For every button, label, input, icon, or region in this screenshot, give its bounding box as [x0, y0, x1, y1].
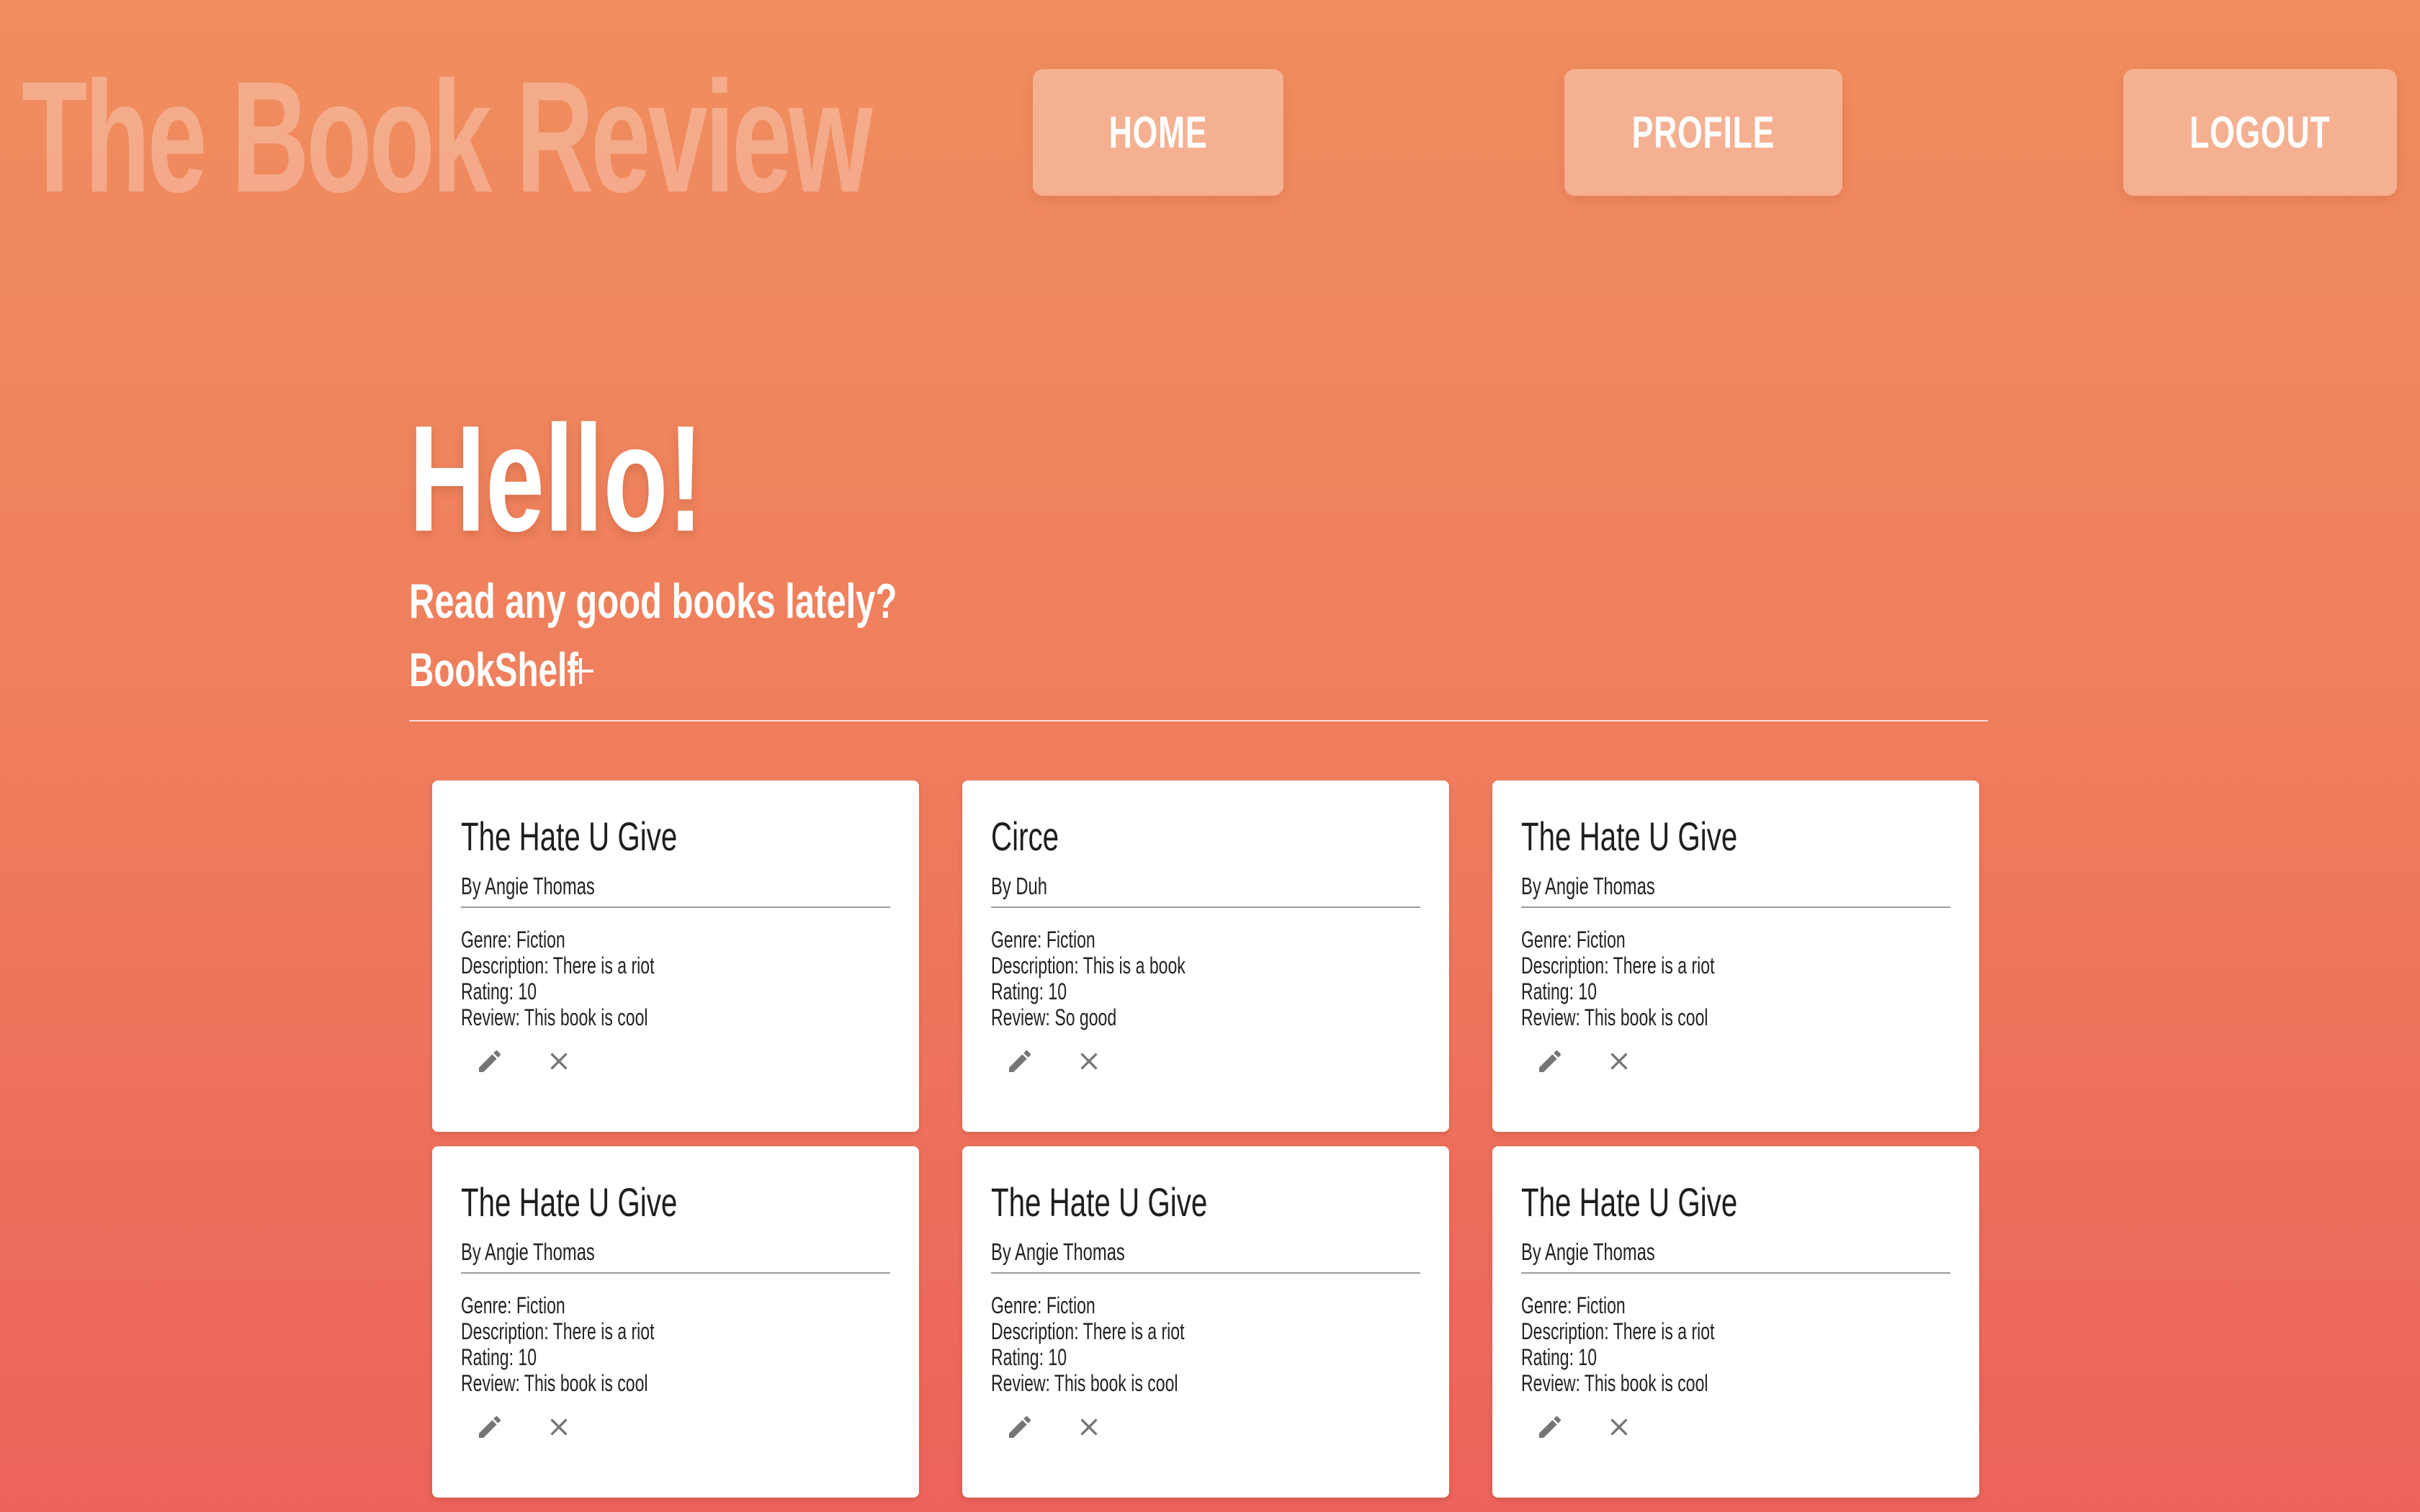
book-title: The Hate U Give [1521, 1179, 1738, 1225]
book-card: The Hate U Give By Angie Thomas Genre: F… [432, 780, 919, 1132]
nav-home-button[interactable]: HOME [1033, 69, 1283, 196]
book-review: Review: This book is cool [461, 1369, 648, 1396]
card-divider [991, 906, 1420, 908]
pencil-icon[interactable] [1005, 1413, 1034, 1441]
close-icon[interactable] [1075, 1047, 1103, 1076]
book-card: Circe By Duh Genre: Fiction Description:… [962, 780, 1449, 1132]
book-rating: Rating: 10 [1521, 1344, 1597, 1370]
book-description: Description: There is a riot [461, 1318, 655, 1344]
pencil-icon[interactable] [1536, 1413, 1564, 1441]
book-review: Review: This book is cool [1521, 1004, 1708, 1030]
book-genre: Genre: Fiction [991, 926, 1095, 953]
pencil-icon[interactable] [1005, 1047, 1034, 1076]
bookshelf-divider [409, 720, 1988, 721]
book-rating: Rating: 10 [991, 978, 1067, 1004]
nav-profile-label: PROFILE [1631, 107, 1775, 158]
pencil-icon[interactable] [475, 1413, 504, 1441]
book-details: Genre: Fiction Description: There is a r… [991, 1292, 1420, 1396]
book-details: Genre: Fiction Description: There is a r… [461, 927, 890, 1030]
book-card: The Hate U Give By Angie Thomas Genre: F… [1492, 780, 1979, 1132]
pencil-icon[interactable] [1536, 1047, 1564, 1076]
book-review: Review: This book is cool [991, 1369, 1178, 1396]
book-description: Description: There is a riot [991, 1318, 1185, 1344]
book-review: Review: So good [991, 1004, 1117, 1030]
card-divider [1521, 1272, 1950, 1274]
site-title: The Book Review [22, 48, 873, 225]
book-description: Description: There is a riot [1521, 1318, 1715, 1344]
hero-subtitle: Read any good books lately? [409, 574, 897, 629]
book-author: By Duh [991, 873, 1047, 900]
book-author: By Angie Thomas [461, 1238, 595, 1266]
card-divider [461, 1272, 890, 1274]
nav-home-label: HOME [1108, 107, 1208, 158]
book-details: Genre: Fiction Description: This is a bo… [991, 927, 1420, 1030]
card-divider [991, 1272, 1420, 1274]
greeting-heading: Hello! [409, 394, 704, 563]
book-card: The Hate U Give By Angie Thomas Genre: F… [962, 1146, 1449, 1498]
book-genre: Genre: Fiction [1521, 1292, 1626, 1318]
book-title: The Hate U Give [461, 814, 678, 859]
book-title: Circe [991, 814, 1059, 859]
book-description: Description: There is a riot [461, 952, 655, 978]
book-title: The Hate U Give [991, 1179, 1208, 1225]
book-title: The Hate U Give [461, 1179, 678, 1225]
card-divider [461, 906, 890, 908]
close-icon[interactable] [544, 1413, 573, 1441]
bookshelf-grid: The Hate U Give By Angie Thomas Genre: F… [432, 780, 1981, 1498]
card-actions [1536, 1413, 1634, 1441]
card-actions [1005, 1413, 1103, 1441]
book-author: By Angie Thomas [1521, 1238, 1655, 1266]
close-icon[interactable] [544, 1047, 573, 1076]
book-rating: Rating: 10 [461, 1344, 537, 1370]
close-icon[interactable] [1605, 1047, 1634, 1076]
book-author: By Angie Thomas [991, 1238, 1125, 1266]
close-icon[interactable] [1605, 1413, 1634, 1441]
book-genre: Genre: Fiction [461, 926, 565, 953]
card-actions [475, 1413, 573, 1441]
book-details: Genre: Fiction Description: There is a r… [461, 1292, 890, 1396]
nav-logout-button[interactable]: LOGOUT [2123, 69, 2397, 196]
pencil-icon[interactable] [475, 1047, 504, 1076]
book-genre: Genre: Fiction [1521, 926, 1626, 953]
add-book-plus-icon[interactable] [565, 655, 596, 687]
book-details: Genre: Fiction Description: There is a r… [1521, 1292, 1950, 1396]
card-divider [1521, 906, 1950, 908]
nav-profile-button[interactable]: PROFILE [1564, 69, 1842, 196]
nav-logout-label: LOGOUT [2190, 107, 2331, 158]
card-actions [1536, 1047, 1634, 1076]
book-description: Description: There is a riot [1521, 952, 1715, 978]
book-rating: Rating: 10 [991, 1344, 1067, 1370]
book-card: The Hate U Give By Angie Thomas Genre: F… [1492, 1146, 1979, 1498]
book-details: Genre: Fiction Description: There is a r… [1521, 927, 1950, 1030]
card-actions [475, 1047, 573, 1076]
card-actions [1005, 1047, 1103, 1076]
book-author: By Angie Thomas [1521, 873, 1655, 900]
close-icon[interactable] [1075, 1413, 1103, 1441]
book-card: The Hate U Give By Angie Thomas Genre: F… [432, 1146, 919, 1498]
book-description: Description: This is a book [991, 952, 1186, 978]
book-genre: Genre: Fiction [461, 1292, 565, 1318]
book-review: Review: This book is cool [461, 1004, 648, 1030]
book-genre: Genre: Fiction [991, 1292, 1095, 1318]
book-rating: Rating: 10 [1521, 978, 1597, 1004]
book-title: The Hate U Give [1521, 814, 1738, 859]
book-review: Review: This book is cool [1521, 1369, 1708, 1396]
book-rating: Rating: 10 [461, 978, 537, 1004]
bookshelf-title: BookShelf [409, 643, 578, 696]
book-author: By Angie Thomas [461, 873, 595, 900]
